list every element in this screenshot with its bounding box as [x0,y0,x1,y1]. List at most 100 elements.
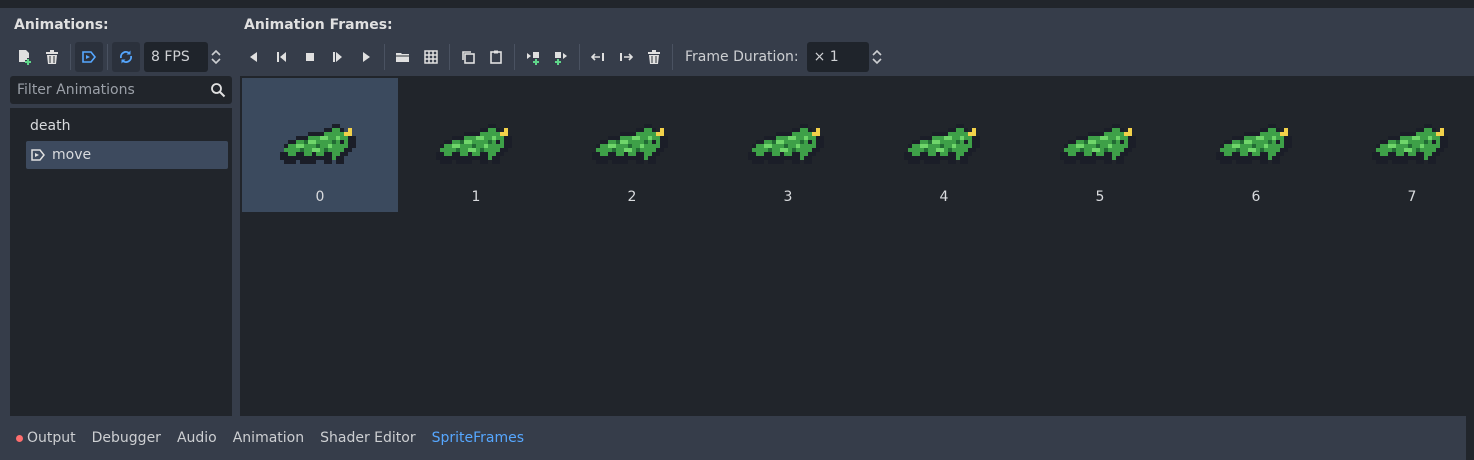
frame-item[interactable]: 2 [554,78,710,212]
triceratops-sprite [748,124,824,164]
copy-icon [462,51,475,64]
trash-icon [46,50,58,64]
autoplay-icon [31,149,45,161]
separator [70,44,71,70]
error-indicator-icon [16,434,23,442]
frame-item[interactable]: 0 [242,78,398,212]
filter-animations-input[interactable] [10,76,200,104]
frame-duration-value[interactable]: × 1 [806,42,869,72]
separator [579,44,580,70]
triceratops-sprite [1372,124,1448,164]
tab-debugger[interactable]: Debugger [92,430,161,446]
tab-spriteframes[interactable]: SpriteFrames [432,430,524,446]
play-backwards-icon [250,52,257,62]
trash-icon [648,50,660,64]
insert-empty-after-button[interactable] [547,42,575,72]
tab-label: Shader Editor [320,430,416,446]
delete-frame-button[interactable] [640,42,668,72]
frames-grid: 0 1 2 3 4 5 6 7 [240,76,1474,416]
move-right-icon [620,53,634,61]
right-border [1466,416,1474,460]
tab-label: SpriteFrames [431,430,525,446]
frame-index: 4 [939,189,949,205]
animation-item-death[interactable]: death [26,112,228,140]
play-backwards-from-end-button[interactable] [268,42,296,72]
insert-after-icon [555,52,567,65]
loop-icon [120,50,132,64]
add-frames-from-file-button[interactable] [389,42,417,72]
insert-empty-before-button[interactable] [519,42,547,72]
spin-arrows-icon[interactable] [869,42,885,72]
triceratops-sprite [436,124,512,164]
tab-label: Output [27,430,76,446]
stop-icon [306,53,314,61]
triceratops-sprite [1216,124,1292,164]
animation-list: death move [10,108,232,416]
triceratops-sprite [280,124,356,164]
move-left-icon [590,53,604,61]
tab-output[interactable]: Output [16,430,76,446]
frame-index: 3 [783,189,793,205]
triceratops-sprite [904,124,980,164]
separator [107,44,108,70]
folder-icon [396,53,409,62]
loop-button[interactable] [112,42,140,72]
filter-animations[interactable] [10,76,232,104]
frame-item[interactable]: 7 [1334,78,1474,212]
tab-shader-editor[interactable]: Shader Editor [320,430,415,446]
frame-index: 6 [1251,189,1261,205]
play-backwards-from-end-icon [277,52,286,62]
tab-animation[interactable]: Animation [233,430,304,446]
add-frames-from-sheet-button[interactable] [417,42,445,72]
fps-value[interactable]: 8 FPS [144,42,208,72]
play-icon [363,52,370,62]
animation-frames-header: Animation Frames: [244,17,393,33]
separator [672,44,673,70]
play-button[interactable] [352,42,380,72]
frame-index: 7 [1407,189,1417,205]
separator [384,44,385,70]
frame-duration-label: Frame Duration: [685,49,799,65]
animation-name: move [52,147,92,163]
animation-item-move[interactable]: move [26,141,228,169]
frame-index: 5 [1095,189,1105,205]
frame-item[interactable]: 4 [866,78,1022,212]
delete-animation-button[interactable] [38,42,66,72]
autoplay-on-load-button[interactable] [75,42,103,72]
add-animation-button[interactable] [10,42,38,72]
triceratops-sprite [1060,124,1136,164]
animations-panel: death move [10,76,232,416]
frame-index: 2 [627,189,637,205]
tab-label: Debugger [91,430,161,446]
play-from-start-icon [333,52,342,62]
tab-label: Audio [176,430,217,446]
grid-icon [424,50,438,64]
separator [449,44,450,70]
frame-index: 0 [315,189,325,205]
frame-item[interactable]: 5 [1022,78,1178,212]
frames-toolbar: Frame Duration: × 1 [240,42,885,72]
frame-item[interactable]: 6 [1178,78,1334,212]
animations-header: Animations: [14,17,109,33]
search-icon [211,83,226,98]
animations-toolbar: 8 FPS [10,42,224,72]
frame-duration-spinbox[interactable]: × 1 [806,42,885,72]
top-border [0,0,1474,8]
triceratops-sprite [592,124,668,164]
play-from-start-button[interactable] [324,42,352,72]
spin-arrows-icon[interactable] [208,42,224,72]
frame-item[interactable]: 3 [710,78,866,212]
autoplay-icon [82,51,97,63]
paste-icon [490,50,502,64]
fps-spinbox[interactable]: 8 FPS [144,42,224,72]
play-backwards-button[interactable] [240,42,268,72]
paste-frame-button[interactable] [482,42,510,72]
copy-frame-button[interactable] [454,42,482,72]
move-frame-right-button[interactable] [612,42,640,72]
tab-audio[interactable]: Audio [177,430,217,446]
insert-before-icon [527,52,539,65]
stop-button[interactable] [296,42,324,72]
move-frame-left-button[interactable] [584,42,612,72]
animation-name: death [30,118,71,134]
frame-item[interactable]: 1 [398,78,554,212]
